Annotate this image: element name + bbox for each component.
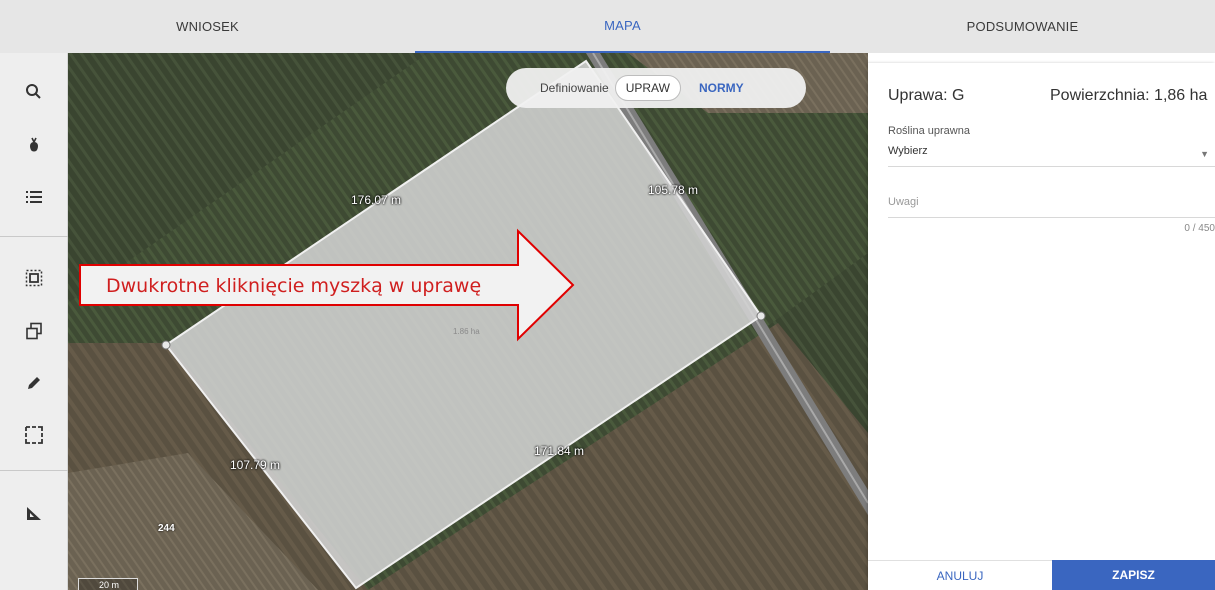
map-toolbar (0, 53, 68, 590)
copy-icon (26, 322, 42, 340)
crop-button[interactable] (0, 125, 68, 165)
crop-select-value: Wybierz (888, 145, 928, 157)
cancel-button[interactable]: ANULUJ (868, 560, 1052, 590)
plant-icon (30, 137, 38, 152)
tab-wniosek[interactable]: WNIOSEK (0, 0, 415, 53)
list-button[interactable] (0, 177, 68, 217)
panel-area: Powierzchnia: 1,86 ha (1050, 87, 1208, 104)
rectangle-select-button[interactable] (0, 415, 68, 455)
toggle-option-normy[interactable]: NORMY (689, 75, 754, 101)
toolbar-divider (0, 236, 68, 237)
edit-button[interactable] (0, 363, 68, 403)
save-button[interactable]: ZAPISZ (1052, 560, 1215, 590)
crop-field-label: Roślina uprawna (888, 125, 970, 137)
toggle-option-upraw[interactable]: UPRAW (614, 75, 681, 101)
search-icon (26, 84, 41, 99)
rectangle-select-icon (25, 426, 43, 444)
tab-mapa[interactable]: MAPA (415, 0, 830, 53)
area-label: 1.86 ha (453, 327, 480, 336)
measure-icon (27, 507, 41, 520)
copy-button[interactable] (0, 311, 68, 351)
measure-button[interactable] (0, 493, 68, 533)
panel-title: Uprawa: G (888, 87, 965, 104)
search-button[interactable] (0, 72, 68, 112)
select-area-button[interactable] (0, 258, 68, 298)
parcel-number: 244 (158, 523, 175, 534)
tab-podsumowanie[interactable]: PODSUMOWANIE (830, 0, 1215, 53)
dimension-bottom: 171.84 m (534, 444, 585, 458)
define-toggle: Definiowanie UPRAW NORMY (506, 68, 806, 108)
crop-panel: Uprawa: G Powierzchnia: 1,86 ha Roślina … (868, 63, 1215, 590)
notes-placeholder: Uwagi (888, 196, 919, 208)
notes-input[interactable]: Uwagi (888, 196, 1215, 218)
crop-select[interactable]: Wybierz ▼ (888, 145, 1215, 167)
toggle-label: Definiowanie (540, 81, 609, 95)
dimension-left: 107.79 m (230, 458, 281, 472)
pencil-icon (28, 377, 40, 389)
notes-counter: 0 / 450 (1184, 223, 1215, 234)
select-area-icon (25, 269, 43, 287)
top-tabs: WNIOSEK MAPA PODSUMOWANIE (0, 0, 1215, 53)
list-icon (26, 191, 42, 203)
satellite-map (68, 53, 868, 590)
toolbar-divider (0, 470, 68, 471)
dimension-right: 105.78 m (648, 183, 699, 197)
dropdown-arrow-icon: ▼ (1200, 149, 1209, 159)
map-view[interactable]: Definiowanie UPRAW NORMY 176.07 m 105.78… (68, 53, 868, 590)
dimension-top: 176.07 m (351, 193, 402, 207)
annotation-text: Dwukrotne kliknięcie myszką w uprawę (106, 275, 482, 297)
map-scale: 20 m (78, 578, 138, 590)
